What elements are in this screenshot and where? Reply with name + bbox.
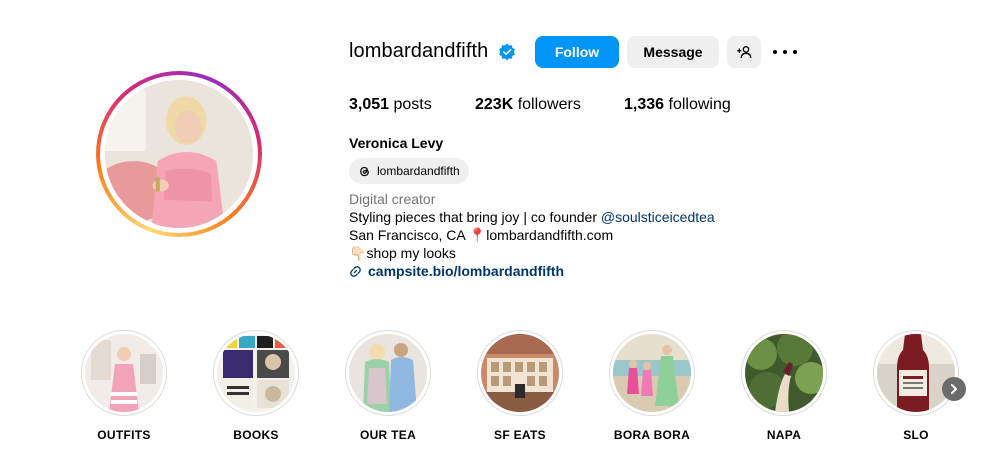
more-dot	[783, 50, 787, 54]
bio-website-text: lombardandfifth.com	[486, 227, 614, 243]
highlight-cover-image	[217, 334, 295, 412]
posts-number: 3,051	[349, 96, 390, 113]
highlight-label: BORA BORA	[613, 428, 691, 442]
full-name: Veronica Levy	[349, 135, 444, 151]
highlight-cover	[481, 334, 559, 412]
highlight-cover-image	[613, 334, 691, 412]
pin-icon: 📍	[468, 227, 487, 243]
highlight-sf-eats[interactable]: SF EATS	[477, 330, 563, 442]
highlight-cover-image	[481, 334, 559, 412]
highlight-ring	[873, 330, 959, 416]
highlight-cover-image	[349, 334, 427, 412]
threads-handle: lombardandfifth	[377, 164, 460, 178]
highlight-ring	[345, 330, 431, 416]
highlight-ring	[81, 330, 167, 416]
profile-photo-illustration	[105, 80, 253, 228]
highlight-cover	[613, 334, 691, 412]
profile-picture[interactable]	[105, 80, 253, 228]
suggested-accounts-button[interactable]	[727, 36, 761, 68]
highlight-bora-bora[interactable]: BORA BORA	[609, 330, 695, 442]
highlight-napa[interactable]: NAPA	[741, 330, 827, 442]
add-user-icon	[737, 46, 752, 59]
highlight-cover-image	[877, 334, 955, 412]
posts-count: 3,051 posts	[349, 96, 432, 114]
highlight-cover	[877, 334, 955, 412]
followers-number: 223K	[475, 96, 514, 113]
highlight-cover	[349, 334, 427, 412]
profile-category: Digital creator	[349, 191, 436, 207]
highlight-our-tea[interactable]: OUR TEA	[345, 330, 431, 442]
message-button[interactable]: Message	[627, 36, 719, 68]
highlight-label: OUTFITS	[97, 428, 151, 442]
posts-label: posts	[389, 96, 432, 113]
highlight-ring	[213, 330, 299, 416]
highlight-label: NAPA	[766, 428, 802, 442]
bio-line-1: Styling pieces that bring joy | co found…	[349, 209, 715, 225]
highlight-cover-image	[745, 334, 823, 412]
highlights-next-button[interactable]	[942, 377, 966, 401]
profile-picture-ring[interactable]	[96, 71, 262, 237]
profile-link[interactable]: campsite.bio/lombardandfifth	[349, 263, 564, 279]
profile-username: lombardandfifth	[349, 40, 489, 62]
bio-location: San Francisco, CA	[349, 227, 469, 243]
highlight-cover	[217, 334, 295, 412]
following-label: following	[664, 96, 731, 113]
highlight-cover	[745, 334, 823, 412]
highlight-ring	[741, 330, 827, 416]
bio-text: Styling pieces that bring joy | co found…	[349, 209, 601, 225]
bio-line-3: 👇🏻shop my looks	[349, 245, 456, 262]
follow-button[interactable]: Follow	[535, 36, 619, 68]
chevron-right-icon	[951, 384, 957, 394]
verified-badge-icon	[499, 43, 515, 61]
profile-link-text[interactable]: campsite.bio/lombardandfifth	[368, 263, 564, 279]
highlight-label: SF EATS	[494, 428, 546, 442]
highlight-cover	[85, 334, 163, 412]
bio-line-2: San Francisco, CA 📍lombardandfifth.com	[349, 227, 613, 244]
profile-picture-frame	[100, 75, 258, 233]
highlight-books[interactable]: BOOKS	[213, 330, 299, 442]
bio-mention-link[interactable]: @soulsticeicedtea	[601, 209, 715, 225]
threads-badge[interactable]: lombardandfifth	[349, 158, 469, 184]
highlight-label: BOOKS	[233, 428, 279, 442]
highlight-ring	[609, 330, 695, 416]
followers-label: followers	[513, 96, 581, 113]
bio-shop-text: shop my looks	[366, 245, 456, 261]
more-dot	[773, 50, 777, 54]
more-dot	[793, 50, 797, 54]
highlight-ring	[477, 330, 563, 416]
highlight-cover-image	[85, 334, 163, 412]
highlight-label: SLO	[903, 428, 929, 442]
following-link[interactable]: 1,336 following	[624, 96, 731, 114]
highlight-outfits[interactable]: OUTFITS	[81, 330, 167, 442]
following-number: 1,336	[624, 96, 665, 113]
followers-link[interactable]: 223K followers	[475, 96, 581, 114]
pointing-down-icon: 👇🏻	[349, 245, 367, 261]
threads-icon	[360, 166, 369, 176]
more-options-icon[interactable]	[773, 44, 797, 60]
highlight-label: OUR TEA	[359, 428, 417, 442]
link-icon	[350, 265, 361, 277]
